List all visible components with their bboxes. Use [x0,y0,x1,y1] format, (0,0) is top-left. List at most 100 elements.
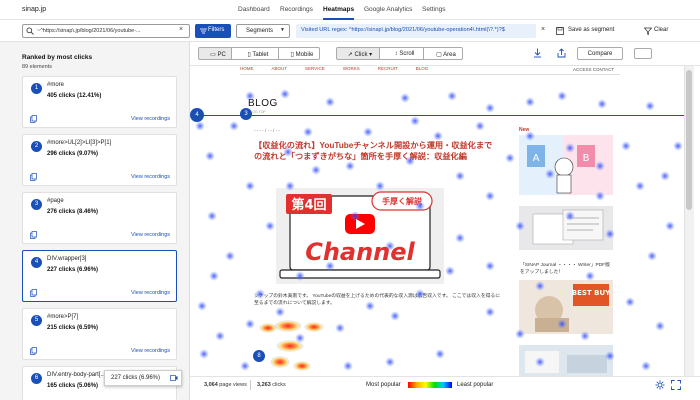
view-recordings-link[interactable]: View recordings [131,116,170,122]
copy-icon[interactable] [30,347,37,355]
monitor-icon: ▭ [210,52,218,58]
scrollbar-thumb[interactable] [686,70,692,210]
view-recordings-link[interactable]: View recordings [131,290,170,296]
device-mobile-button[interactable]: ▯ Mobile [278,47,320,60]
close-icon[interactable]: × [541,26,545,33]
save-as-segment-button[interactable]: Save as segment [568,27,614,33]
click-count: 405 clicks (12.41%) [47,93,102,99]
share-icon[interactable] [557,48,566,58]
page-views-value: 3,064 [204,382,218,388]
copy-icon[interactable] [30,115,37,123]
heat-spot [199,349,209,359]
device-tablet-button[interactable]: ▯ Tablet [231,47,279,60]
element-card[interactable]: 3 #page 276 clicks (8.46%) View recordin… [22,192,177,244]
heat-spot [515,221,525,231]
heat-spot [673,141,683,151]
url-filter-input[interactable]: ~^https://sinap\.jp/blog/2021/06/youtube… [22,24,190,38]
area-mode-button[interactable]: ▢ Area [423,47,463,60]
compare-button[interactable]: Compare [577,47,623,60]
element-card[interactable]: 5 #more>P[7] 215 clicks (6.59%) View rec… [22,308,177,360]
element-selector: #more>P[7] [47,314,79,320]
heat-spot [400,93,410,103]
click-count: 215 clicks (6.59%) [47,325,99,331]
heat-spot [415,289,425,299]
heat-spot [195,121,205,131]
heat-spot [245,319,255,329]
view-recordings-link[interactable]: View recordings [131,232,170,238]
heat-spot [585,271,595,281]
element-card[interactable]: 1 #more 405 clicks (12.41%) View recordi… [22,76,177,128]
click-mode-dropdown[interactable]: ➚ Click ▾ [336,47,380,60]
heat-hotspot [304,322,324,332]
heat-spot [335,323,345,333]
visited-url-filter-chip[interactable]: Visited URL regex: ^https://sinap\.jp/bl… [296,24,536,38]
download-icon[interactable] [533,48,542,58]
heat-spot [655,321,665,331]
heat-spot [455,171,465,181]
heat-legend-gradient [408,382,452,388]
copy-icon[interactable] [30,173,37,181]
heat-spot [415,201,425,211]
heat-spot [390,311,400,321]
element-card[interactable]: 2 #more>UL[2]>LI[3]>P[1] 296 clicks (9.0… [22,134,177,186]
gear-icon[interactable] [655,380,665,390]
clear-button[interactable]: Clear [654,27,668,33]
heat-spot [255,289,265,299]
heat-spot [447,91,457,101]
heat-spot [647,251,657,261]
heat-spot [433,131,443,141]
heat-spot [485,191,495,201]
heat-spot [343,361,353,371]
element-card-selected[interactable]: 4 DIV.wrapper[3] 227 clicks (6.96%) View… [22,250,177,302]
view-recordings-link[interactable]: View recordings [131,174,170,180]
element-selector: DIV.entry-body-part[...] [47,372,108,378]
save-icon [556,27,564,35]
heat-spot [597,99,607,109]
clicks-stat: 3,263 clicks [257,382,286,388]
heat-spot [385,241,395,251]
heat-spot [665,221,675,231]
heat-spot [265,221,275,231]
heat-spot [525,131,535,141]
layout-toggle-icon[interactable] [634,48,652,59]
heat-spot [660,171,670,181]
device-tablet-label: Tablet [252,52,269,58]
device-pc-label: PC [217,52,226,58]
heat-spot [207,211,217,221]
heat-spot [595,191,605,201]
rank-badge: 4 [31,257,42,268]
heat-spot [557,91,567,101]
heat-spot [245,181,255,191]
close-icon[interactable]: × [179,26,183,33]
element-marker-badge[interactable]: 8 [253,350,265,362]
tab-dashboard[interactable]: Dashboard [238,6,270,13]
copy-icon[interactable] [30,289,37,297]
heat-spot [280,89,290,99]
heat-spot [635,181,645,191]
tab-google-analytics[interactable]: Google Analytics [364,6,412,13]
heat-spot [505,153,515,163]
device-mobile-label: Mobile [295,52,314,58]
rank-badge: 6 [31,373,42,384]
heat-spot [363,127,373,137]
heat-spot [295,271,305,281]
device-pc-button[interactable]: ▭ PC [198,47,232,60]
heat-spot [410,116,420,126]
heat-spot [605,229,615,239]
scroll-mode-button[interactable]: ↕ Scroll [379,47,424,60]
view-recordings-link[interactable]: View recordings [131,348,170,354]
tab-heatmaps[interactable]: Heatmaps [323,6,355,20]
heat-spot [621,141,631,151]
heat-spot [375,181,385,191]
clear-filter-icon [644,27,652,35]
clicks-value: 3,263 [257,382,271,388]
tab-settings[interactable]: Settings [422,6,446,13]
tab-recordings[interactable]: Recordings [280,6,313,13]
element-selector: DIV.wrapper[3] [47,256,87,262]
copy-icon[interactable] [30,231,37,239]
click-count: 227 clicks (6.96%) [47,267,99,273]
heat-spot [535,357,545,367]
rank-badge: 1 [31,83,42,94]
fullscreen-icon[interactable] [671,380,681,390]
heat-spot [545,169,555,179]
